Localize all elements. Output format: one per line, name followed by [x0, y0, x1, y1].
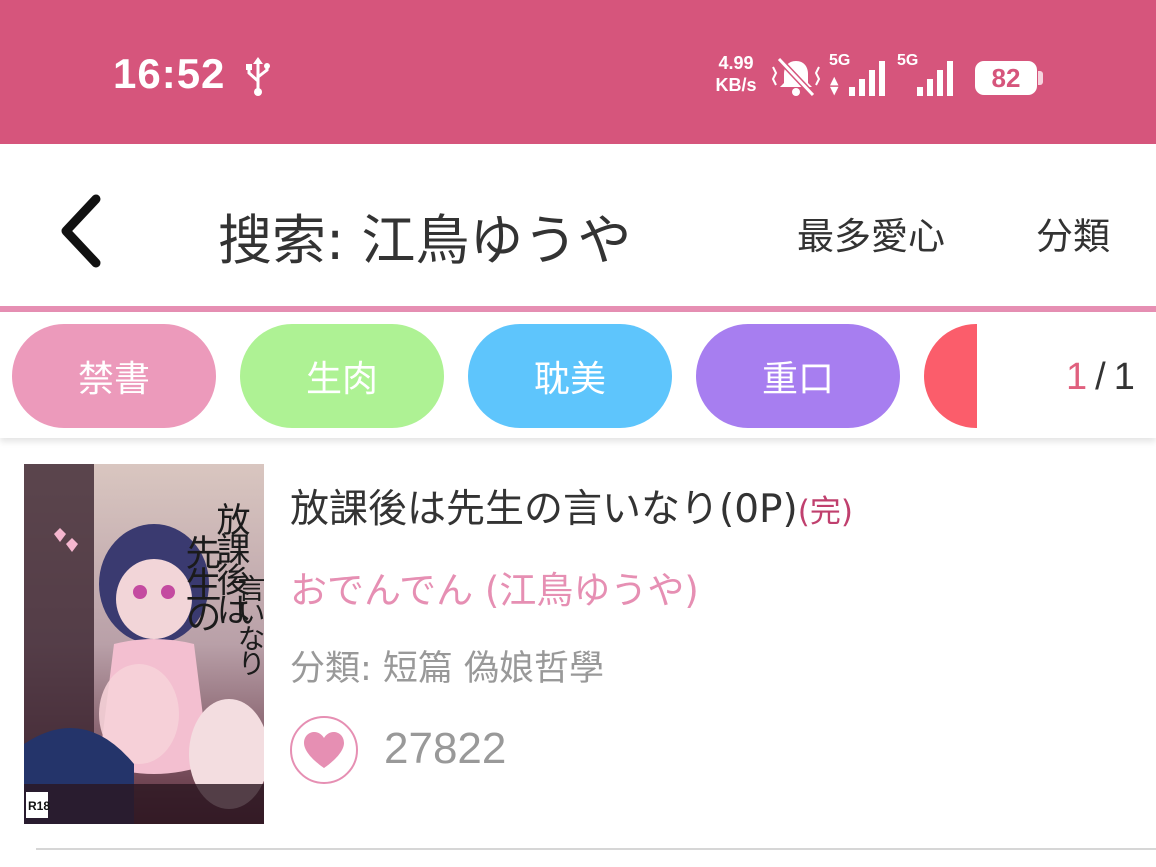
page-current: 1 — [1066, 356, 1088, 398]
item-title-text: 放課後は先生の言いなり(0P) — [290, 487, 798, 532]
battery-indicator: 82 — [975, 61, 1043, 95]
network-speed-value: 4.99 — [718, 53, 754, 73]
tag-chip[interactable]: 耽美 — [468, 324, 672, 428]
signal-5g-2: 5G — [897, 52, 961, 98]
signal-5g-1: 5G ▲ ▼ — [829, 52, 893, 98]
signal-bars-icon — [849, 61, 885, 96]
tag-chip[interactable] — [924, 324, 977, 428]
cover-title-text: 言いなり — [234, 574, 265, 676]
sort-most-liked-button[interactable]: 最多愛心 — [797, 206, 945, 260]
list-item[interactable]: 放課後は 先生の 言いなり R18 放課後は先生の言いなり(0P)(完) おでん… — [0, 440, 1156, 846]
tags-bar: 禁書 生肉 耽美 重口 1/1 — [0, 312, 1156, 438]
usb-icon — [246, 57, 270, 96]
page-separator: / — [1095, 356, 1106, 398]
tags-scroll[interactable]: 禁書 生肉 耽美 重口 — [0, 312, 977, 438]
battery-level: 82 — [991, 63, 1021, 93]
item-category: 分類: 短篇 偽娘哲學 — [290, 649, 605, 689]
tag-chip[interactable]: 禁書 — [12, 324, 216, 428]
status-time: 16:52 — [113, 50, 226, 97]
signal-bars-icon — [917, 61, 953, 96]
tag-chip[interactable]: 生肉 — [240, 324, 444, 428]
battery-tip — [1038, 71, 1043, 85]
network-speed-unit: KB/s — [715, 75, 757, 95]
cover-title-text: 先生の — [180, 534, 221, 631]
page-indicator: 1/1 — [1066, 356, 1135, 399]
back-chevron-icon[interactable] — [52, 191, 112, 271]
cover-image[interactable]: 放課後は 先生の 言いなり R18 — [24, 464, 264, 824]
completed-badge: (完) — [797, 494, 853, 530]
tag-chip[interactable]: 重口 — [696, 324, 900, 428]
network-speed: 4.99 KB/s — [708, 52, 764, 96]
item-author[interactable]: おでんでん (江鳥ゆうや) — [290, 560, 699, 614]
bell-muted-icon — [771, 56, 821, 98]
data-arrows-icon: ▲ ▼ — [830, 74, 839, 97]
app-bar: 搜索: 江鳥ゆうや 最多愛心 分類 — [0, 144, 1156, 306]
page-title: 搜索: 江鳥ゆうや — [218, 209, 632, 272]
page-total: 1 — [1113, 356, 1135, 398]
category-button[interactable]: 分類 — [1036, 206, 1110, 260]
cover-badge-text: R18 — [28, 799, 50, 813]
item-title[interactable]: 放課後は先生の言いなり(0P)(完) — [290, 478, 853, 534]
like-count: 27822 — [384, 724, 507, 773]
heart-icon — [304, 732, 344, 768]
list-divider — [36, 848, 1156, 850]
status-bar: 16:52 4.99 KB/s 5G ▲ ▼ 5G 82 — [0, 0, 1156, 144]
like-button[interactable] — [290, 716, 358, 784]
